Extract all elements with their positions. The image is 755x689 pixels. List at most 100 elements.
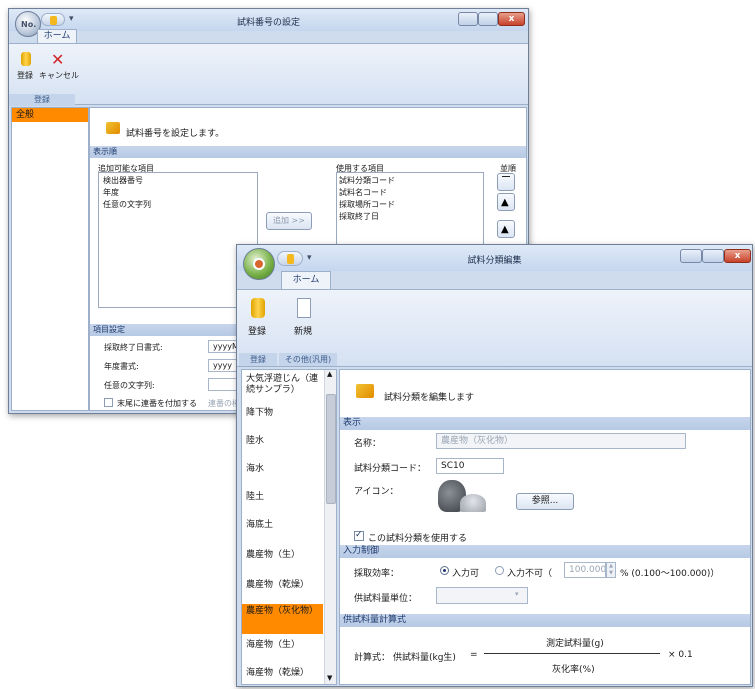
list-item[interactable]: 農産物（生） <box>242 548 323 572</box>
rate-label: 採取効率： <box>354 569 400 579</box>
sidebar: 全般 <box>11 107 89 411</box>
maximize-button[interactable] <box>478 12 498 26</box>
tab-home[interactable]: ホーム <box>281 271 331 289</box>
pencil-icon <box>356 384 374 398</box>
list-item[interactable]: 年度 <box>103 187 119 198</box>
list-item[interactable]: 採取場所コード <box>339 199 395 210</box>
use-checkbox[interactable]: ✓ <box>354 530 364 541</box>
category-list: 大気浮遊じん（連続サンプラ） 降下物陸水海水陸土海底土農産物（生） 農産物（乾燥） 農… <box>241 369 337 685</box>
icon-label: アイコン： <box>354 487 399 497</box>
scrollbar[interactable]: ▲ ▼ <box>324 370 336 684</box>
ribbon: 登録 新規 登録 その他(汎用) <box>237 289 752 367</box>
tab-home[interactable]: ホーム <box>37 29 77 43</box>
formula-label: 計算式： <box>354 653 391 663</box>
list-item[interactable]: 海産物（乾燥） <box>242 666 323 684</box>
section-display-order: 表示順 <box>90 146 526 158</box>
list-item-label: 大気浮遊じん（連続サンプラ） <box>246 374 319 395</box>
rate-field[interactable]: 100.000 <box>564 562 606 578</box>
list-item-label: 農産物（生） <box>246 550 301 560</box>
code-field[interactable]: SC10 <box>436 458 504 474</box>
minimize-button[interactable] <box>680 249 702 263</box>
database-icon <box>251 298 265 318</box>
register-button[interactable]: 登録 <box>13 50 39 84</box>
serial-checkbox[interactable] <box>104 398 113 407</box>
formula-multiplier: × 0.1 <box>668 650 693 660</box>
radio-yes-label: 入力可 <box>452 569 480 579</box>
list-item-label: 海水 <box>246 464 265 474</box>
list-item[interactable]: 大気浮遊じん（連続サンプラ） <box>242 372 323 402</box>
rate-spinner[interactable]: ▲ ▼ <box>606 562 616 578</box>
close-button[interactable]: x <box>498 12 525 26</box>
year-format-label: 年度書式: <box>104 362 139 371</box>
list-item[interactable]: 検出器番号 <box>103 175 143 186</box>
maximize-button[interactable] <box>702 249 724 263</box>
scroll-thumb[interactable] <box>326 394 336 504</box>
new-button[interactable]: 新規 <box>289 296 319 342</box>
section-display: 表示 <box>340 417 750 430</box>
close-icon: ✕ <box>51 50 65 69</box>
list-item[interactable]: 海底土 <box>242 518 323 542</box>
browse-button[interactable]: 参照... <box>516 493 574 510</box>
other-group-label: その他(汎用) <box>279 353 337 366</box>
list-item[interactable]: 農産物（灰化物） <box>242 604 323 634</box>
register-group-label: 登録 <box>239 353 277 366</box>
name-field[interactable]: 農産物（灰化物） <box>436 433 686 449</box>
formula-numerator: 測定試料量(g) <box>546 639 604 649</box>
title-bar: No. ▾ 試料番号の設定 x <box>9 9 528 37</box>
triangle-up-icon: ▲ <box>501 197 509 208</box>
unit-select[interactable]: ▾ <box>436 587 528 604</box>
move-top-button[interactable] <box>497 173 515 191</box>
radio-input-enabled[interactable] <box>440 566 449 575</box>
cancel-label: キャンセル <box>39 71 79 80</box>
radio-input-disabled[interactable] <box>495 566 504 575</box>
radio-dot <box>443 569 446 572</box>
available-items-list[interactable]: 検出器番号 年度 任意の文字列 <box>98 172 258 308</box>
sample-category-edit-window: ▾ 試料分類編集 x ホーム 登録 新規 登録 その他(汎用) 大気浮遊じん（連… <box>236 244 753 687</box>
rate-range-label: % (0.100～100.000)） <box>620 569 720 579</box>
list-item-label: 降下物 <box>246 408 274 418</box>
list-item[interactable]: 海水 <box>242 462 323 486</box>
list-item-label: 海産物（生） <box>246 640 301 650</box>
register-group-label: 登録 <box>9 94 75 106</box>
info-text: 試料分類を編集します <box>384 393 475 403</box>
window-title: 試料番号の設定 <box>236 18 300 28</box>
list-item[interactable]: 降下物 <box>242 406 323 430</box>
list-item[interactable]: 海産物（生） <box>242 638 323 662</box>
cancel-button[interactable]: ✕ キャンセル <box>39 50 79 84</box>
register-button[interactable]: 登録 <box>243 296 273 342</box>
window-title: 試料分類編集 <box>467 256 522 266</box>
triangle-up-icon: ▲ <box>501 224 509 235</box>
move-up-fast-button[interactable]: ▲ <box>497 220 515 238</box>
list-item[interactable]: 採取終了日 <box>339 211 379 222</box>
move-up-button[interactable]: ▲ <box>497 193 515 211</box>
code-label: 試料分類コード： <box>354 464 427 474</box>
sidebar-item-general[interactable]: 全般 <box>12 108 88 122</box>
pencil-icon <box>106 122 120 134</box>
list-item[interactable]: 試料分類コード <box>339 175 395 186</box>
scroll-down-icon[interactable]: ▼ <box>327 674 332 682</box>
close-button[interactable]: x <box>724 249 751 263</box>
fraction-bar <box>484 653 660 654</box>
serial-label: 末尾に連番を付加する <box>117 399 197 408</box>
chevron-down-icon: ▾ <box>515 590 519 598</box>
new-document-icon <box>297 298 311 318</box>
list-item[interactable]: 農産物（乾燥） <box>242 578 323 602</box>
scroll-up-icon[interactable]: ▲ <box>327 370 332 378</box>
list-item-label: 海産物（乾燥） <box>246 668 310 678</box>
formula-denominator: 灰化率(%) <box>552 665 595 675</box>
info-text: 試料番号を設定します。 <box>126 129 225 139</box>
minimize-button[interactable] <box>458 12 478 26</box>
list-item-label: 農産物（乾燥） <box>246 580 310 590</box>
radio-no-label: 入力不可（ <box>507 569 553 579</box>
list-item[interactable]: 陸水 <box>242 434 323 458</box>
list-item[interactable]: 試料名コード <box>339 187 387 198</box>
add-button[interactable]: 追加 >> <box>266 212 312 230</box>
title-bar: ▾ 試料分類編集 x <box>237 245 752 280</box>
grain-sack-icon <box>438 476 486 514</box>
list-item[interactable]: 陸土 <box>242 490 323 514</box>
formula-equals: = <box>470 650 478 660</box>
sidebar-item-label: 全般 <box>16 110 35 120</box>
section-calculation: 供試料量計算式 <box>340 614 750 627</box>
list-item[interactable]: 任意の文字列 <box>103 199 151 210</box>
grain-heap-shape <box>460 494 486 512</box>
